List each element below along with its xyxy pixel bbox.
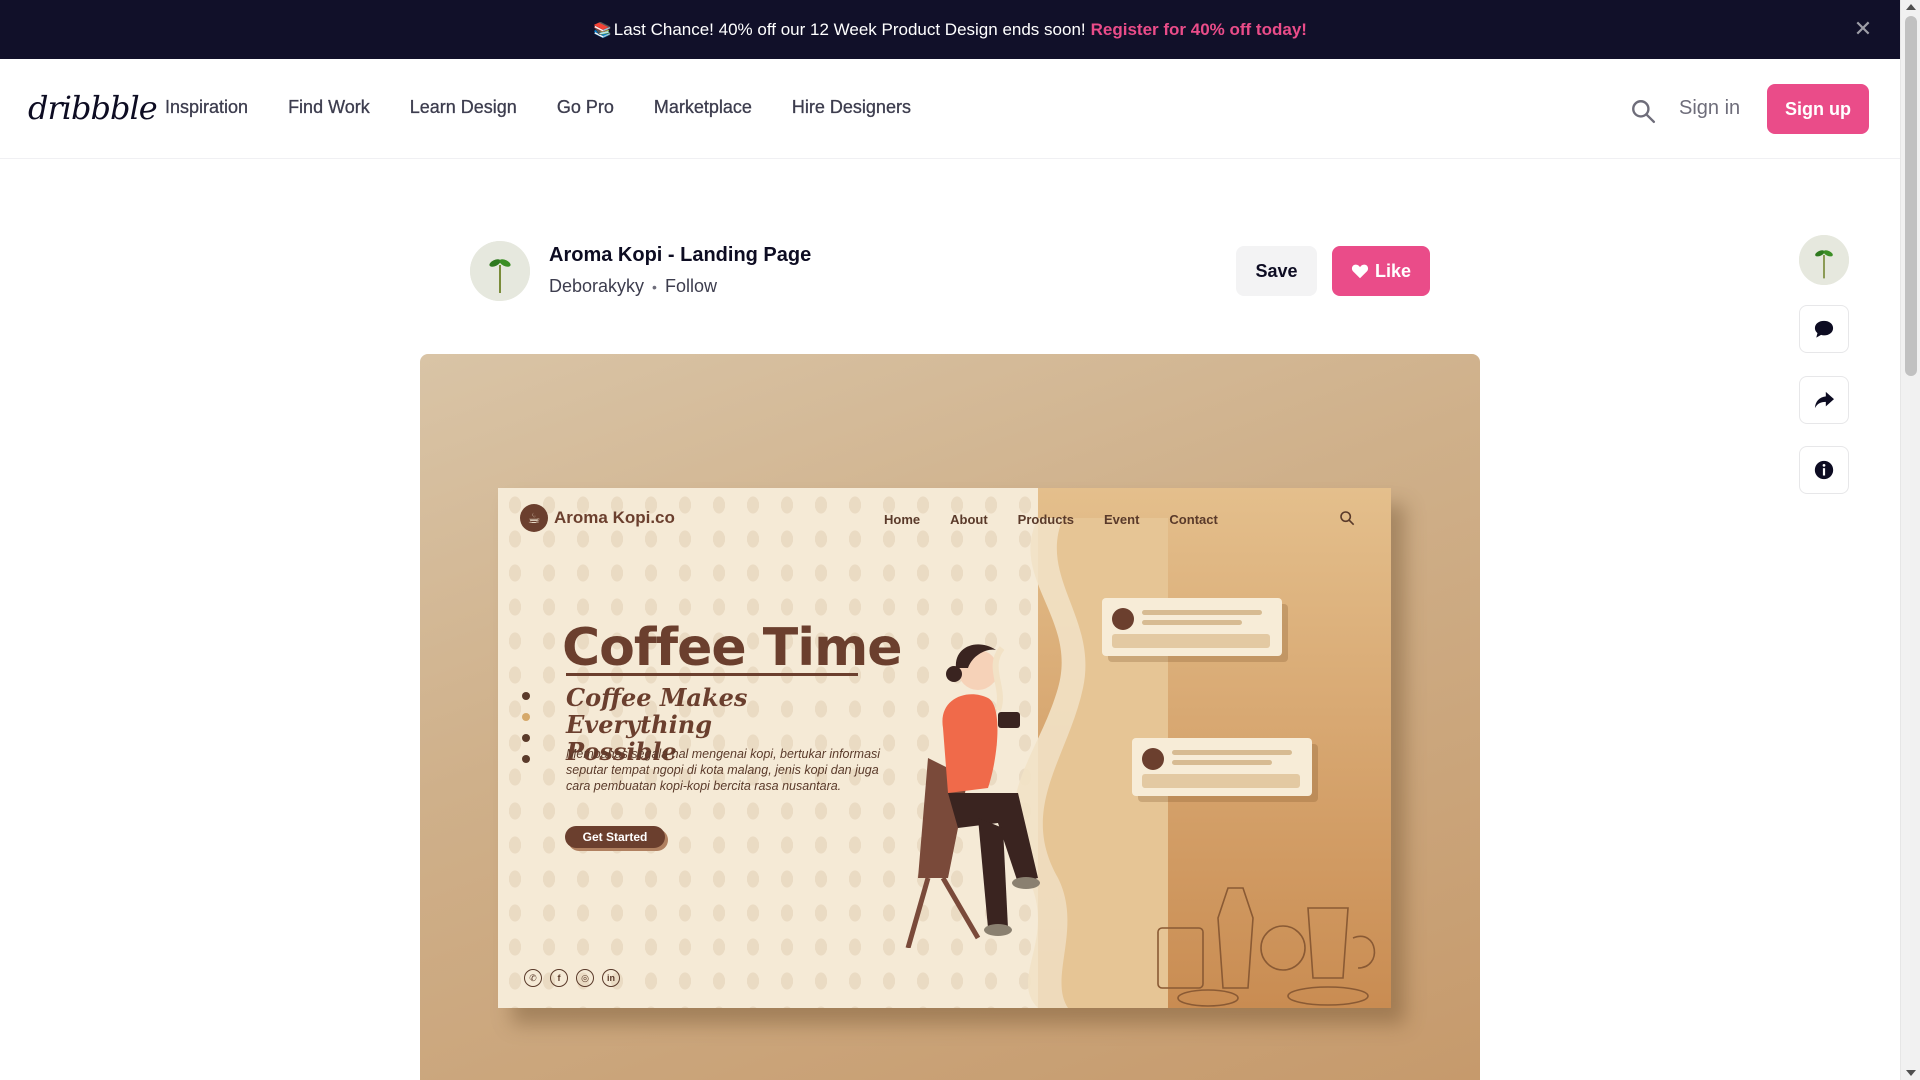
sign-in-link[interactable]: Sign in: [1679, 97, 1740, 120]
shot-image[interactable]: ☕ Aroma Kopi.co Home About Products Even…: [420, 354, 1480, 1080]
promo-banner: 📚 Last Chance! 40% off our 12 Week Produ…: [0, 0, 1900, 59]
nav-link-hire-designers[interactable]: Hire Designers: [792, 97, 911, 118]
comment-icon: [1814, 320, 1834, 338]
scrollbar-thumb[interactable]: [1905, 16, 1917, 376]
promo-message: Last Chance! 40% off our 12 Week Product…: [613, 19, 1086, 39]
mockup-tagline-line-1: Coffee Makes: [566, 683, 748, 712]
shot-title: Aroma Kopi - Landing Page: [549, 244, 812, 266]
like-label: Like: [1374, 260, 1412, 281]
nav-link-inspiration[interactable]: Inspiration: [165, 97, 248, 118]
facebook-icon: f: [550, 969, 568, 987]
share-icon: [1814, 391, 1834, 409]
dribbble-logo[interactable]: dribbble: [28, 89, 158, 127]
mockup-headline: Coffee Time: [562, 618, 903, 678]
instagram-icon: ◎: [576, 969, 594, 987]
mockup-nav-products: Products: [1017, 512, 1075, 527]
shot-byline: Deborakyky • Follow: [549, 276, 717, 297]
coffee-logo-icon: ☕: [520, 504, 548, 532]
sprout-icon: [470, 241, 530, 301]
chat-bubble-illustration: [1102, 598, 1282, 656]
nav-link-marketplace[interactable]: Marketplace: [654, 97, 752, 118]
sprout-icon: [1799, 235, 1849, 285]
mockup-nav-event: Event: [1104, 512, 1140, 527]
mockup-description: Membahas segala hal mengenai kopi, bertu…: [566, 747, 881, 793]
rail-author-avatar[interactable]: [1799, 235, 1849, 285]
woman-drinking-coffee-illustration: [905, 644, 1040, 948]
heart-icon: [1351, 264, 1369, 279]
top-navigation: dribbble Inspiration Find Work Learn Des…: [0, 59, 1900, 159]
author-avatar[interactable]: [470, 241, 530, 301]
scroll-down-arrow-icon[interactable]: [1906, 1070, 1916, 1076]
like-button[interactable]: Like: [1332, 246, 1430, 296]
promo-register-link[interactable]: Register for 40% off today!: [1091, 20, 1307, 40]
chat-bubble-illustration: [1132, 738, 1312, 796]
byline-separator: •: [652, 278, 657, 295]
details-button[interactable]: [1799, 446, 1849, 494]
nav-link-learn-design[interactable]: Learn Design: [410, 97, 517, 118]
mockup-nav: Home About Products Event Contact: [884, 512, 1218, 527]
nav-link-go-pro[interactable]: Go Pro: [557, 97, 614, 118]
coffee-equipment-sketch-illustration: [1157, 887, 1376, 1007]
mockup-get-started-button: Get Started: [565, 826, 665, 848]
comments-button[interactable]: [1799, 305, 1849, 353]
mockup-headline-underline: [566, 673, 858, 676]
mockup-nav-contact: Contact: [1169, 512, 1218, 527]
search-icon[interactable]: [1630, 98, 1656, 124]
page-scrollbar[interactable]: [1900, 0, 1920, 1080]
nav-link-find-work[interactable]: Find Work: [288, 97, 370, 118]
mockup-brand-name: Aroma Kopi.co: [554, 508, 675, 527]
follow-link[interactable]: Follow: [665, 276, 717, 297]
nav-links: Inspiration Find Work Learn Design Go Pr…: [165, 97, 911, 118]
info-icon: [1814, 460, 1834, 480]
linkedin-icon: in: [602, 969, 620, 987]
mockup-social-links: ✆ f ◎ in: [524, 969, 620, 987]
share-button[interactable]: [1799, 376, 1849, 424]
mockup-brand: ☕ Aroma Kopi.co: [520, 504, 675, 532]
books-icon: 📚: [593, 21, 612, 39]
scroll-up-arrow-icon[interactable]: [1906, 4, 1916, 10]
save-button[interactable]: Save: [1236, 246, 1317, 296]
close-icon[interactable]: ✕: [1848, 14, 1878, 44]
whatsapp-icon: ✆: [524, 969, 542, 987]
author-name-link[interactable]: Deborakyky: [549, 276, 644, 297]
mockup-nav-about: About: [950, 512, 988, 527]
mockup-nav-home: Home: [884, 512, 921, 527]
mockup-slider-dots: [522, 692, 530, 763]
sign-up-button[interactable]: Sign up: [1767, 84, 1869, 134]
landing-page-mockup: ☕ Aroma Kopi.co Home About Products Even…: [498, 488, 1391, 1008]
mockup-search-icon: [1340, 511, 1355, 526]
